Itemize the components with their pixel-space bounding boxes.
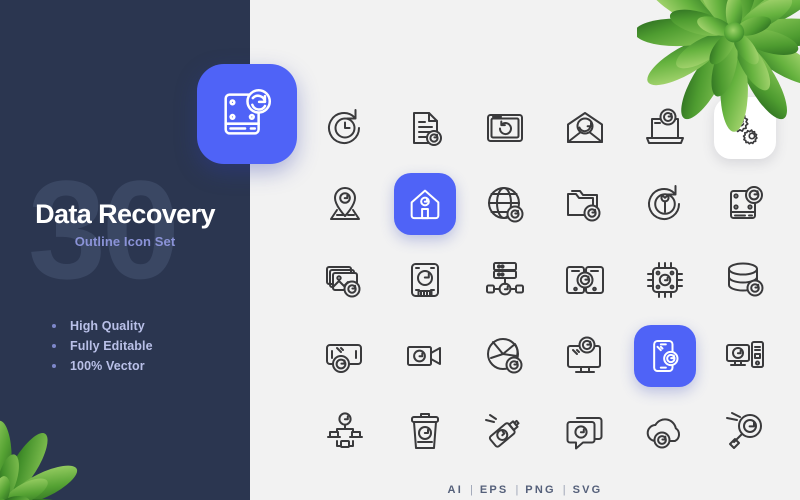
icon-cell-document-restore[interactable] bbox=[385, 90, 465, 166]
format-label-ai: AI bbox=[447, 484, 463, 496]
icon-cell-wrench-restore[interactable] bbox=[625, 166, 705, 242]
laptop-restore-icon bbox=[646, 108, 684, 144]
photos-restore-icon bbox=[326, 266, 361, 298]
phone-landscape-restore-icon bbox=[326, 344, 362, 373]
icon-cell-chip-restore[interactable] bbox=[625, 242, 705, 318]
clock-restore-icon bbox=[328, 109, 360, 144]
blue-icon-card bbox=[634, 325, 696, 387]
list-item: High Quality bbox=[52, 316, 153, 336]
usb-restore-icon bbox=[485, 414, 520, 448]
featured-icon-card[interactable] bbox=[197, 64, 297, 164]
location-restore-icon bbox=[330, 187, 360, 220]
icon-cell-home-restore[interactable] bbox=[385, 166, 465, 242]
video-camera-restore-icon bbox=[407, 346, 441, 366]
search-restore-icon bbox=[726, 412, 762, 449]
format-label-svg: SVG bbox=[572, 484, 603, 496]
bullet-icon bbox=[52, 324, 56, 328]
wrench-restore-icon bbox=[648, 185, 680, 220]
desktop-tower-restore-icon bbox=[726, 341, 764, 368]
icon-cell-video-camera-restore[interactable] bbox=[385, 318, 465, 394]
white-icon-card bbox=[714, 97, 776, 159]
icon-cell-network-restore[interactable] bbox=[305, 394, 385, 470]
icon-cell-cloud-restore[interactable] bbox=[625, 394, 705, 470]
network-restore-icon bbox=[327, 412, 363, 448]
trash-restore-icon bbox=[411, 413, 439, 449]
icon-cell-location-restore[interactable] bbox=[305, 166, 385, 242]
document-restore-icon bbox=[413, 112, 442, 146]
mail-restore-icon bbox=[567, 112, 603, 143]
bullet-icon bbox=[52, 344, 56, 348]
icon-cell-monitor-restore[interactable] bbox=[545, 318, 625, 394]
chip-restore-icon bbox=[647, 262, 683, 298]
format-separator: | bbox=[562, 484, 566, 496]
icon-cell-disc-restore[interactable] bbox=[465, 318, 545, 394]
icon-cell-folder-restore[interactable] bbox=[545, 166, 625, 242]
disc-restore-icon bbox=[487, 338, 523, 374]
icon-cell-smartphone-restore[interactable] bbox=[625, 318, 705, 394]
feature-list: High Quality Fully Editable 100% Vector bbox=[52, 316, 153, 376]
list-item: Fully Editable bbox=[52, 336, 153, 356]
icon-cell-globe-restore[interactable] bbox=[465, 166, 545, 242]
page-title: Data Recovery bbox=[35, 199, 215, 229]
blue-icon-card bbox=[394, 173, 456, 235]
bullet-icon bbox=[52, 364, 56, 368]
globe-restore-icon bbox=[488, 187, 524, 223]
cloud-restore-icon bbox=[646, 418, 681, 449]
icon-cell-desktop-tower-restore[interactable] bbox=[705, 318, 785, 394]
icon-cell-laptop-restore[interactable] bbox=[625, 90, 705, 166]
icon-cell-tablet-restore[interactable] bbox=[545, 242, 625, 318]
icon-cell-clock-restore[interactable] bbox=[305, 90, 385, 166]
external-drive-restore-icon bbox=[730, 186, 763, 219]
hard-drive-restore-icon bbox=[224, 89, 272, 135]
hard-disk-restore-icon bbox=[411, 263, 439, 297]
icon-cell-phone-landscape-restore[interactable] bbox=[305, 318, 385, 394]
icon-cell-chat-restore[interactable] bbox=[545, 394, 625, 470]
icon-cell-mail-restore[interactable] bbox=[545, 90, 625, 166]
folder-restore-icon bbox=[567, 190, 601, 222]
format-label-eps: EPS bbox=[479, 484, 509, 496]
title-block: Data Recovery Outline Icon Set bbox=[0, 199, 250, 250]
icon-cell-server-network-restore[interactable] bbox=[465, 242, 545, 318]
poster-canvas: 30 Data Recovery Outline Icon Set High Q… bbox=[0, 0, 800, 500]
smartphone-restore-icon bbox=[653, 340, 679, 372]
format-separator: | bbox=[469, 484, 473, 496]
icon-cell-browser-restore[interactable] bbox=[465, 90, 545, 166]
list-item: 100% Vector bbox=[52, 356, 153, 376]
format-label-png: PNG bbox=[525, 484, 556, 496]
file-formats-list: AI | EPS | PNG | SVG bbox=[250, 484, 800, 496]
feature-label: Fully Editable bbox=[70, 339, 153, 353]
icon-cell-hard-disk-restore[interactable] bbox=[385, 242, 465, 318]
icon-cell-database-restore[interactable] bbox=[705, 242, 785, 318]
icon-cell-photos-restore[interactable] bbox=[305, 242, 385, 318]
gears-restore-icon bbox=[729, 112, 758, 145]
feature-label: 100% Vector bbox=[70, 359, 145, 373]
icon-cell-usb-restore[interactable] bbox=[465, 394, 545, 470]
feature-label: High Quality bbox=[70, 319, 145, 333]
home-restore-icon bbox=[410, 189, 440, 220]
icon-grid bbox=[305, 90, 785, 470]
tablet-restore-icon bbox=[566, 266, 604, 294]
icon-cell-external-drive-restore[interactable] bbox=[705, 166, 785, 242]
icon-cell-search-restore[interactable] bbox=[705, 394, 785, 470]
icon-cell-trash-restore[interactable] bbox=[385, 394, 465, 470]
database-restore-icon bbox=[728, 262, 764, 297]
monitor-restore-icon bbox=[567, 336, 601, 373]
chat-restore-icon bbox=[566, 417, 603, 450]
icon-cell-gears-restore[interactable] bbox=[705, 90, 785, 166]
server-network-restore-icon bbox=[486, 262, 524, 296]
format-separator: | bbox=[515, 484, 519, 496]
page-subtitle: Outline Icon Set bbox=[74, 234, 176, 250]
browser-restore-icon bbox=[487, 114, 523, 142]
